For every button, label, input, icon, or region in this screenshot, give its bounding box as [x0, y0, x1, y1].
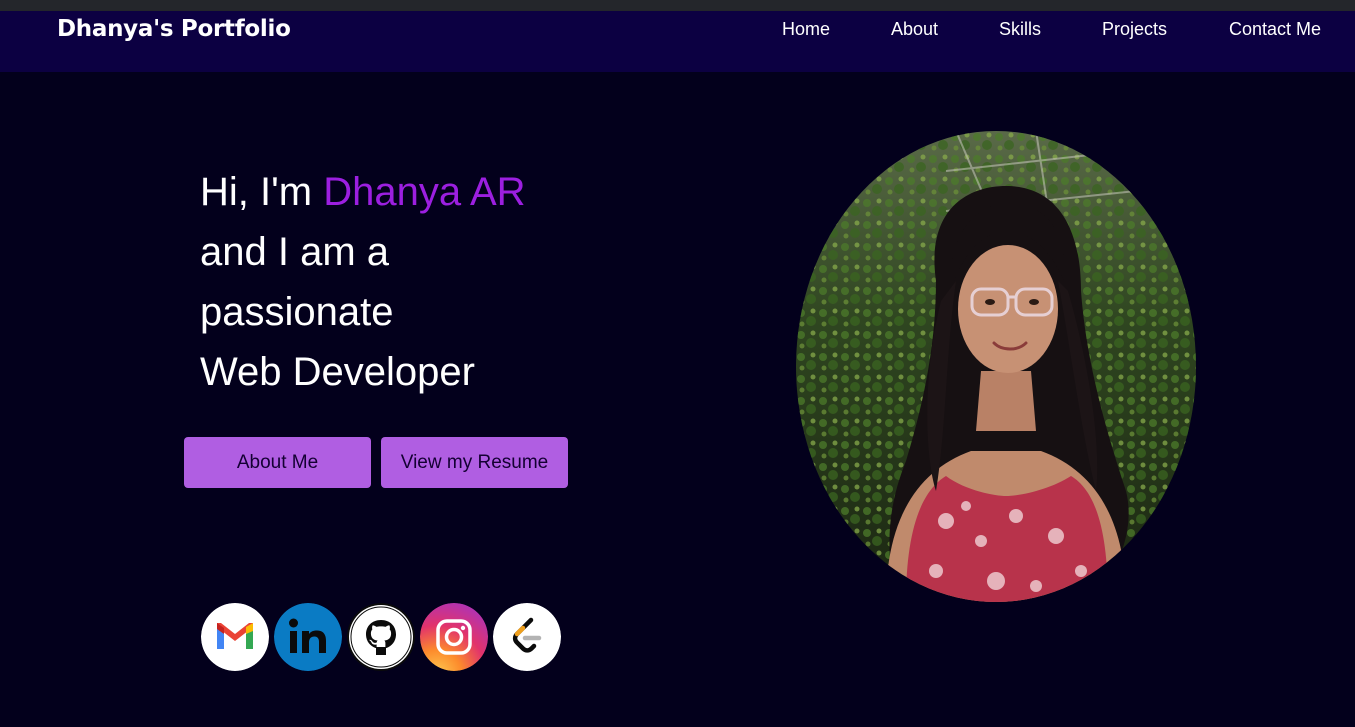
hero-line-4: Web Developer	[200, 350, 475, 394]
hero-greeting: Hi, I'm	[200, 170, 324, 214]
hero-line-3: passionate	[200, 290, 394, 334]
view-resume-button[interactable]: View my Resume	[381, 437, 568, 488]
browser-top-strip	[0, 0, 1355, 11]
nav-contact-me[interactable]: Contact Me	[1229, 18, 1321, 40]
nav-home[interactable]: Home	[782, 18, 830, 40]
nav-about[interactable]: About	[891, 18, 938, 40]
brand-title[interactable]: Dhanya's Portfolio	[57, 14, 291, 44]
profile-photo	[796, 131, 1196, 602]
about-me-button[interactable]: About Me	[184, 437, 371, 488]
linkedin-icon[interactable]	[274, 603, 342, 671]
nav-projects[interactable]: Projects	[1102, 18, 1167, 40]
gmail-icon[interactable]	[201, 603, 269, 671]
hero-heading: Hi, I'm Dhanya AR and I am a passionate …	[200, 162, 620, 402]
instagram-icon[interactable]	[420, 603, 488, 671]
hero-name: Dhanya AR	[323, 170, 526, 214]
nav-skills[interactable]: Skills	[999, 18, 1041, 40]
navbar: Dhanya's Portfolio Home About Skills Pro…	[0, 11, 1355, 72]
leetcode-icon[interactable]	[493, 603, 561, 671]
hero-line-2: and I am a	[200, 230, 390, 274]
github-icon[interactable]	[347, 603, 415, 671]
